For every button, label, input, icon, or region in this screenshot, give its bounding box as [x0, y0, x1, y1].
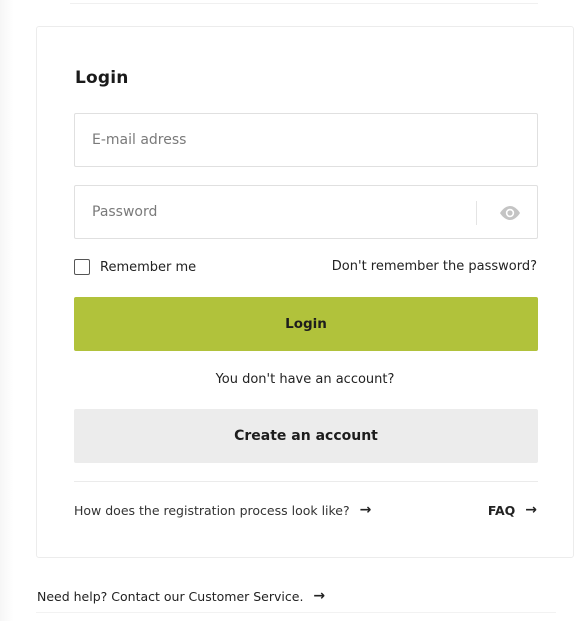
arrow-right-icon: → [359, 502, 372, 518]
registration-process-link[interactable]: How does the registration process look l… [74, 502, 371, 518]
checkbox-box[interactable] [74, 259, 90, 275]
email-field[interactable] [74, 113, 538, 167]
remember-me-label: Remember me [100, 259, 197, 275]
customer-service-label: Need help? Contact our Customer Service. [37, 588, 304, 604]
password-input[interactable] [75, 186, 537, 238]
login-button[interactable]: Login [74, 297, 538, 351]
password-field[interactable] [74, 185, 538, 239]
left-shadow [0, 0, 14, 621]
login-card: Login Remember me Don't remember the pas… [36, 26, 574, 558]
top-divider [70, 0, 538, 4]
eye-icon[interactable] [497, 201, 523, 225]
arrow-right-icon: → [313, 588, 326, 604]
card-divider [74, 481, 538, 482]
arrow-right-icon: → [525, 502, 537, 518]
page: Login Remember me Don't remember the pas… [0, 0, 585, 621]
email-input[interactable] [75, 114, 537, 166]
password-field-divider [476, 201, 477, 225]
remember-me-checkbox[interactable]: Remember me [74, 258, 196, 276]
login-title: Login [75, 68, 129, 88]
no-account-text: You don't have an account? [215, 372, 395, 387]
faq-label: FAQ [487, 502, 516, 518]
customer-service-link[interactable]: Need help? Contact our Customer Service.… [37, 588, 325, 604]
forgot-password-link[interactable]: Don't remember the password? [332, 259, 537, 274]
create-account-button[interactable]: Create an account [74, 409, 538, 463]
faq-link[interactable]: FAQ → [488, 502, 537, 518]
bottom-divider [36, 612, 556, 613]
registration-process-label: How does the registration process look l… [74, 502, 350, 518]
